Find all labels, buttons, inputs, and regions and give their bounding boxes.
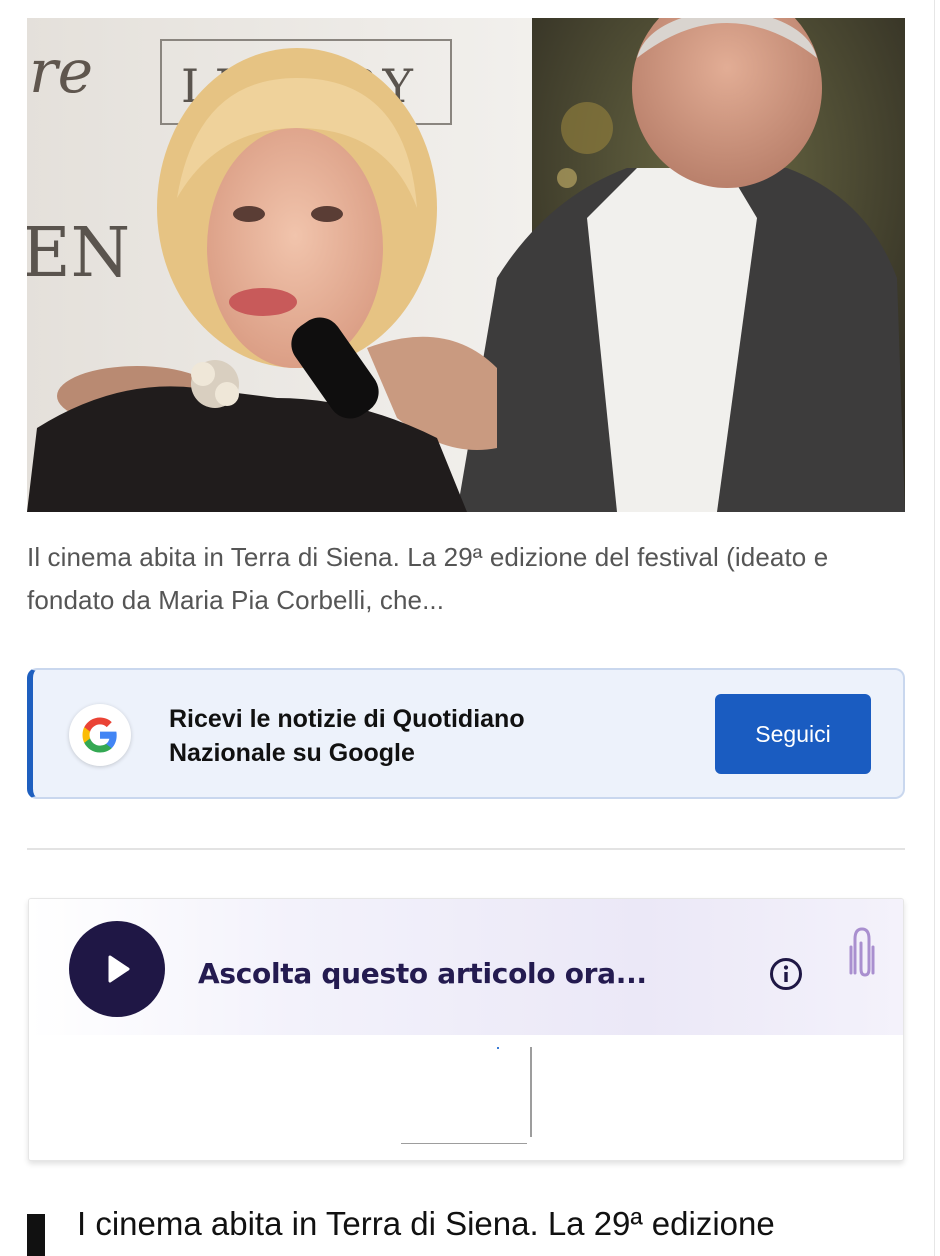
waveform-marker bbox=[497, 1047, 499, 1049]
article-hero-image: re LUXURY EN bbox=[27, 18, 905, 512]
play-icon bbox=[108, 955, 130, 983]
waveform-baseline bbox=[401, 1143, 527, 1144]
scrollbar-track[interactable] bbox=[934, 0, 935, 1256]
paperclip-icon bbox=[849, 927, 875, 977]
follow-on-google-button[interactable]: Seguici bbox=[715, 694, 871, 774]
play-button[interactable] bbox=[69, 921, 165, 1017]
drop-cap-bar bbox=[27, 1214, 45, 1256]
audio-article-player: Ascolta questo articolo ora... bbox=[28, 898, 904, 1161]
backdrop-text-re: re bbox=[29, 37, 93, 107]
backdrop-text-en: EN bbox=[27, 214, 130, 293]
image-caption: Il cinema abita in Terra di Siena. La 29… bbox=[27, 542, 829, 615]
waveform-cursor bbox=[530, 1047, 532, 1137]
google-follow-title: Ricevi le notizie di Quotidiano Nazional… bbox=[169, 705, 525, 767]
article-first-line: I cinema abita in Terra di Siena. La 29ª… bbox=[77, 1205, 775, 1242]
google-g-icon bbox=[69, 704, 131, 766]
section-divider bbox=[27, 848, 905, 850]
google-news-follow-box: Ricevi le notizie di Quotidiano Nazional… bbox=[27, 668, 905, 799]
listen-prompt[interactable]: Ascolta questo articolo ora... bbox=[198, 957, 647, 990]
info-icon[interactable] bbox=[769, 957, 803, 991]
